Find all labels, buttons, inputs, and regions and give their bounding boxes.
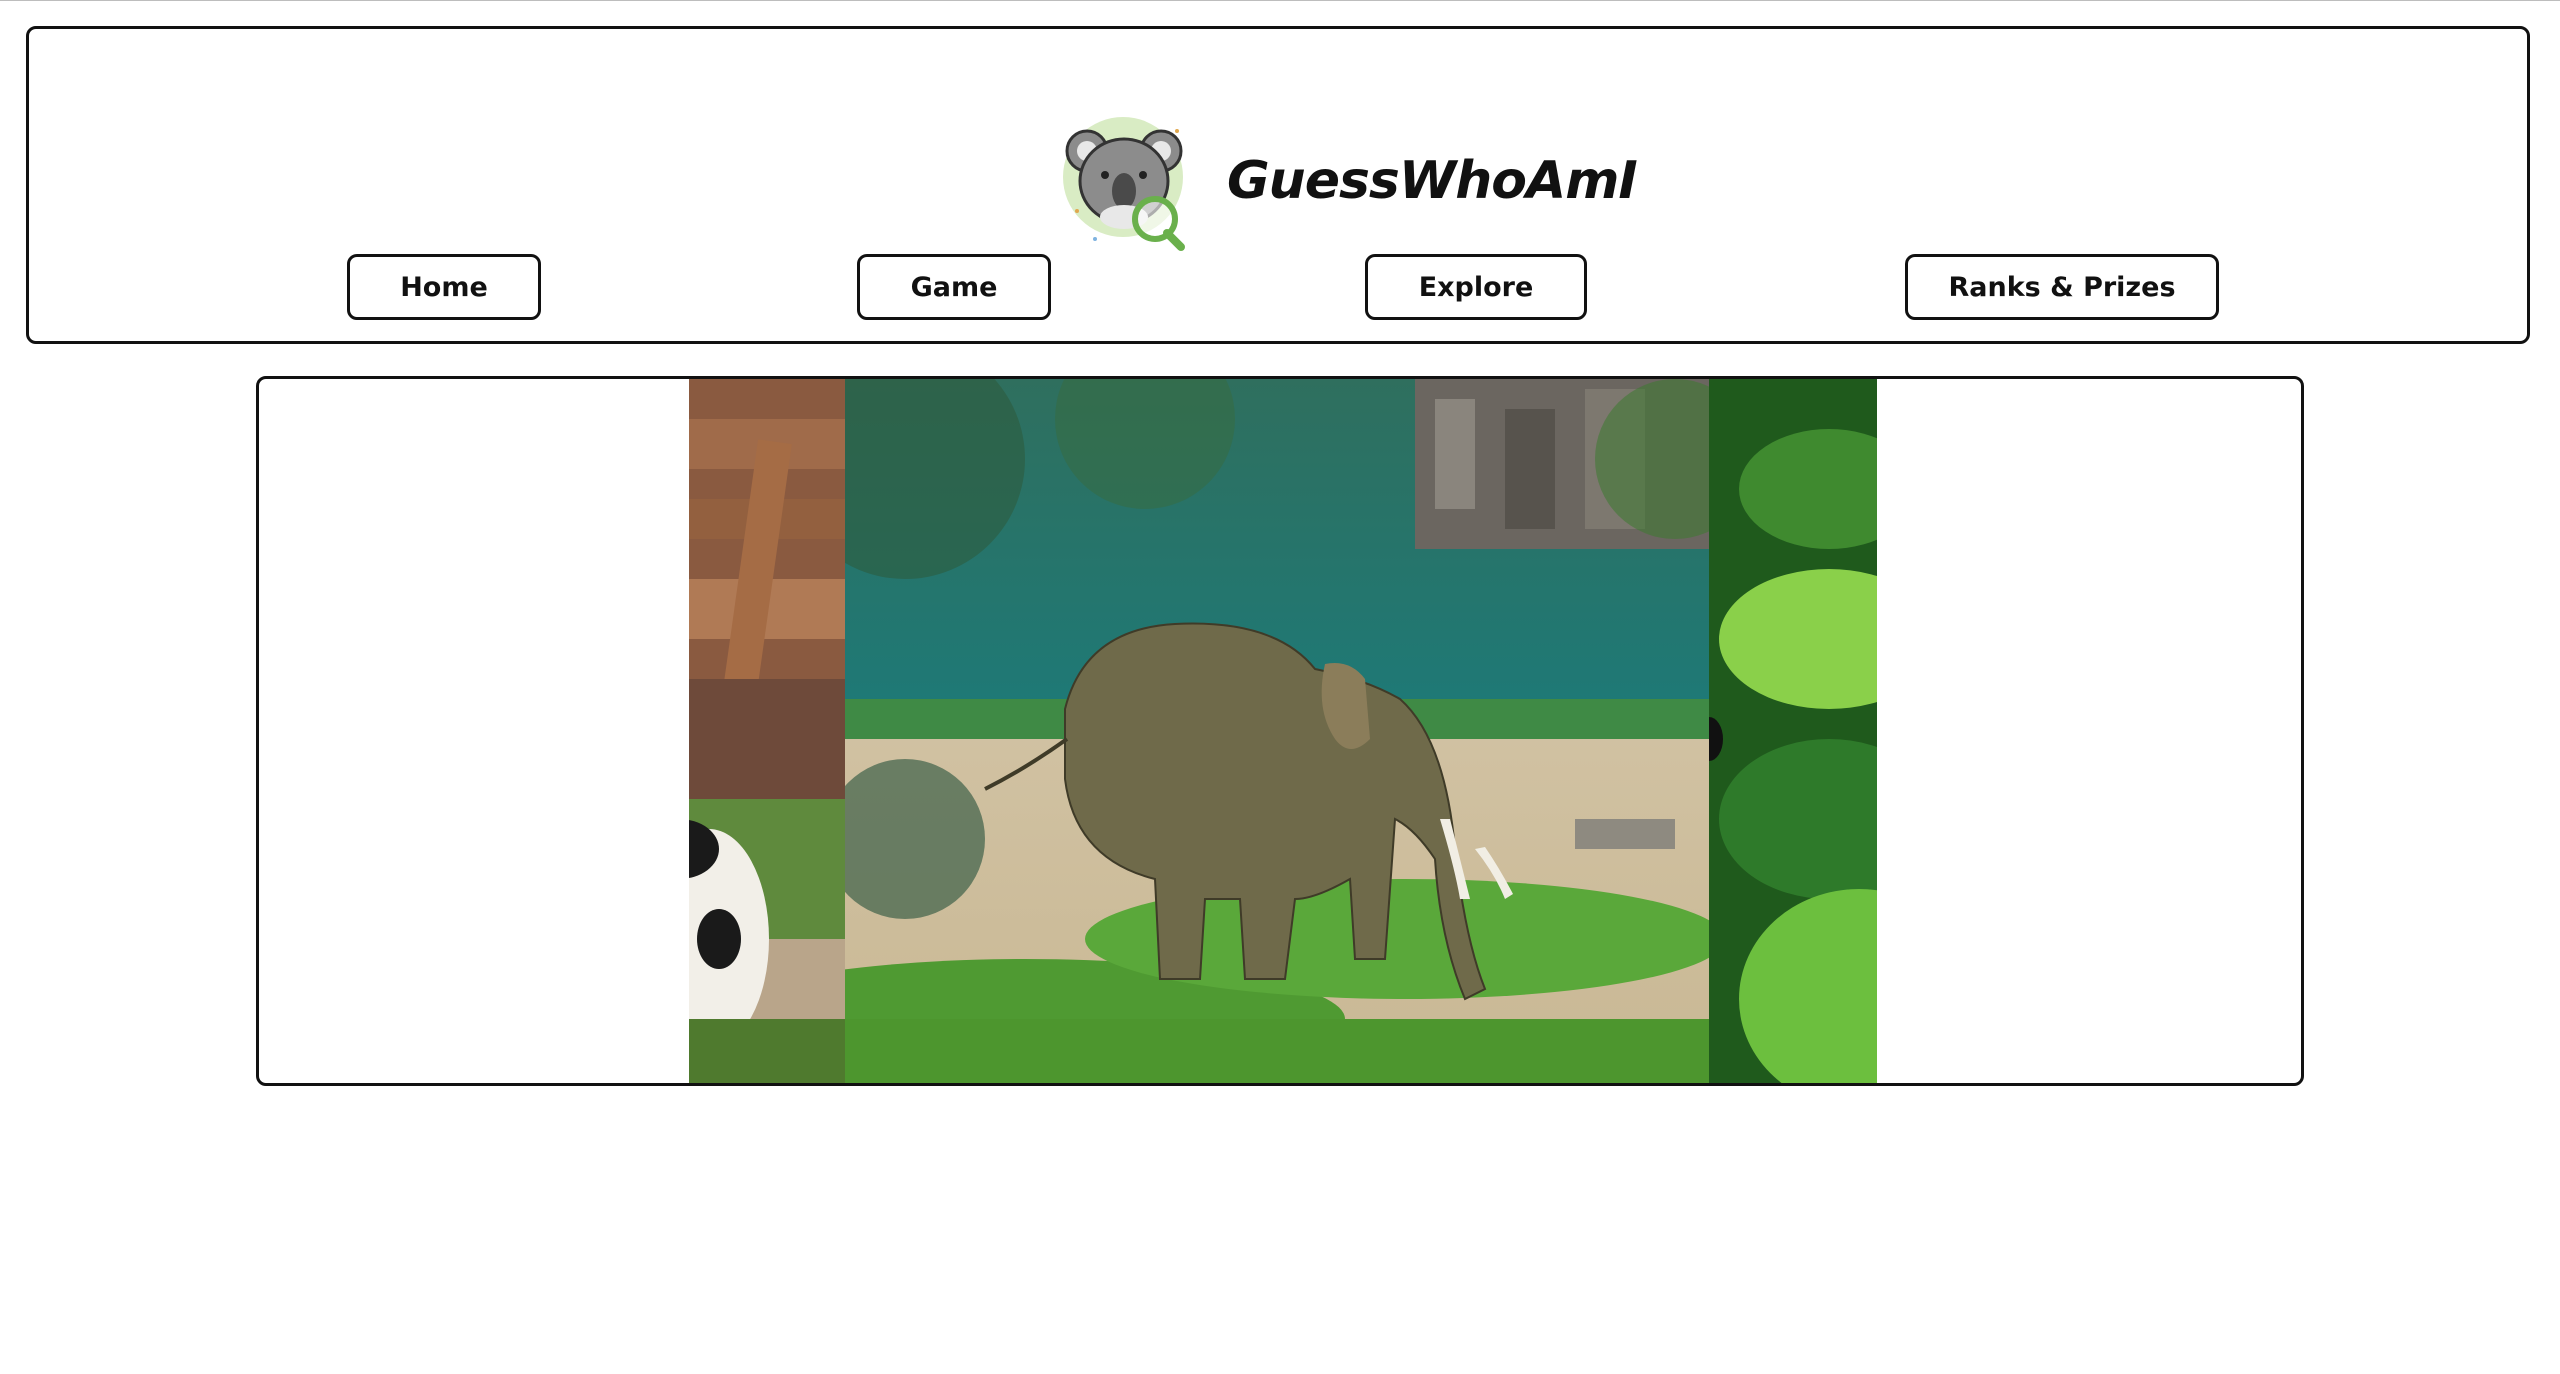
carousel-slide-elephant[interactable] <box>845 379 1709 1083</box>
site-header: GuessWhoAmI Home Game Explore Ranks & Pr… <box>26 26 2530 344</box>
nav-game-button[interactable]: Game <box>857 254 1051 320</box>
animal-carousel <box>256 376 2304 1086</box>
nav-home-button[interactable]: Home <box>347 254 541 320</box>
carousel-slide-leaves[interactable] <box>1709 379 1877 1083</box>
brand-name: GuessWhoAmI <box>1227 151 1638 211</box>
carousel-slide-panda[interactable] <box>689 379 845 1083</box>
brand[interactable]: GuessWhoAmI <box>1057 111 1638 251</box>
nav-explore-button[interactable]: Explore <box>1365 254 1587 320</box>
nav-ranks-prizes-button[interactable]: Ranks & Prizes <box>1905 254 2219 320</box>
top-rule <box>0 0 2560 1</box>
koala-magnifier-icon <box>1057 111 1197 251</box>
